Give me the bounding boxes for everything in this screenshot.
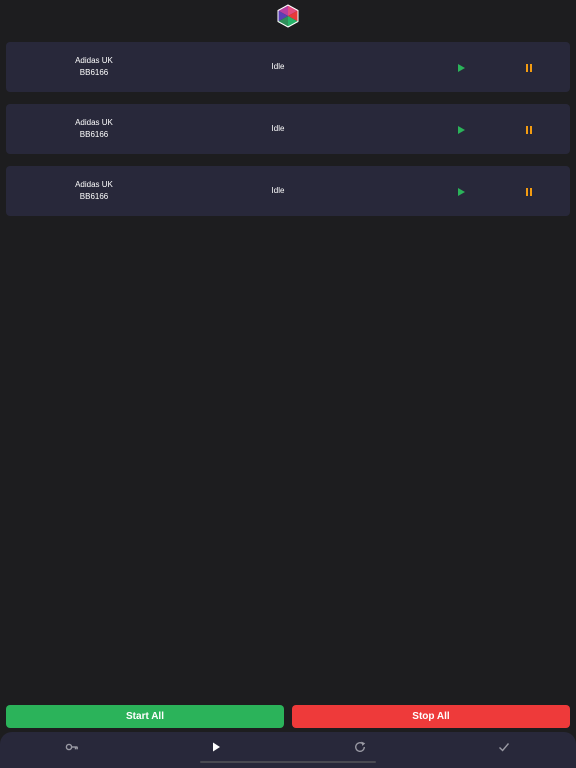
key-icon (65, 743, 78, 751)
task-site-name: Adidas UK (75, 56, 113, 65)
refresh-icon (355, 741, 366, 752)
pause-task-button[interactable] (523, 123, 535, 135)
bottom-tab-bar (0, 732, 576, 768)
task-product: Adidas UK BB6166 (66, 55, 122, 79)
task-list: Adidas UK BB6166 Idle Adidas UK BB6166 I… (6, 42, 570, 228)
task-status: Idle (271, 62, 285, 71)
pause-icon (526, 64, 532, 72)
task-site-name: Adidas UK (75, 180, 113, 189)
task-row: Adidas UK BB6166 Idle (6, 104, 570, 154)
task-product: Adidas UK BB6166 (66, 179, 122, 203)
tab-tasks[interactable] (209, 740, 223, 754)
task-row: Adidas UK BB6166 Idle (6, 166, 570, 216)
play-icon (213, 742, 220, 752)
task-sku: BB6166 (79, 130, 109, 139)
play-icon (458, 126, 465, 134)
task-sku: BB6166 (79, 68, 109, 77)
task-status: Idle (271, 186, 285, 195)
play-task-button[interactable] (455, 61, 467, 73)
task-site-name: Adidas UK (75, 118, 113, 127)
tab-refresh[interactable] (353, 740, 367, 754)
task-status: Idle (271, 124, 285, 133)
home-indicator (200, 761, 376, 763)
stop-all-button[interactable]: Stop All (292, 705, 570, 728)
pause-task-button[interactable] (523, 61, 535, 73)
pause-icon (526, 188, 532, 196)
play-task-button[interactable] (455, 123, 467, 135)
tab-success[interactable] (497, 740, 511, 754)
task-product: Adidas UK BB6166 (66, 117, 122, 141)
task-row: Adidas UK BB6166 Idle (6, 42, 570, 92)
check-icon (499, 743, 510, 752)
start-all-button[interactable]: Start All (6, 705, 284, 728)
tab-keys[interactable] (65, 740, 79, 754)
play-icon (458, 188, 465, 196)
task-sku: BB6166 (79, 192, 109, 201)
pause-icon (526, 126, 532, 134)
pause-task-button[interactable] (523, 185, 535, 197)
app-logo (276, 4, 300, 28)
play-task-button[interactable] (455, 185, 467, 197)
play-icon (458, 64, 465, 72)
